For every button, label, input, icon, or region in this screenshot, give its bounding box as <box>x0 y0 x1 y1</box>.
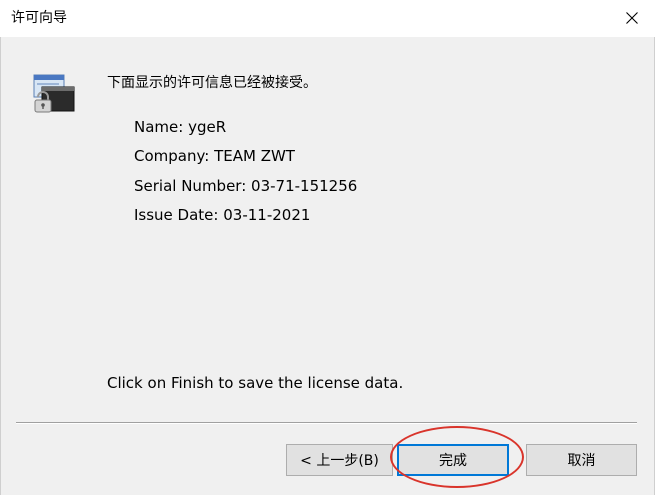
window-title: 许可向导 <box>11 10 67 26</box>
heading-text: 下面显示的许可信息已经被接受。 <box>107 75 317 91</box>
finish-button[interactable]: 完成 <box>397 444 509 476</box>
close-button[interactable] <box>609 0 655 37</box>
license-company: Company: TEAM ZWT <box>134 147 295 165</box>
close-icon <box>626 12 638 24</box>
back-button[interactable]: < 上一步(B) <box>286 444 393 476</box>
window-left-border <box>0 37 1 495</box>
footer-instruction: Click on Finish to save the license data… <box>107 374 404 392</box>
license-name: Name: ygeR <box>134 118 227 136</box>
license-issue-date: Issue Date: 03-11-2021 <box>134 206 311 224</box>
cancel-button[interactable]: 取消 <box>526 444 637 476</box>
license-wizard-icon <box>32 73 76 115</box>
license-serial-number: Serial Number: 03-71-151256 <box>134 177 358 195</box>
button-separator <box>16 422 637 424</box>
title-bar: 许可向导 <box>0 0 655 37</box>
